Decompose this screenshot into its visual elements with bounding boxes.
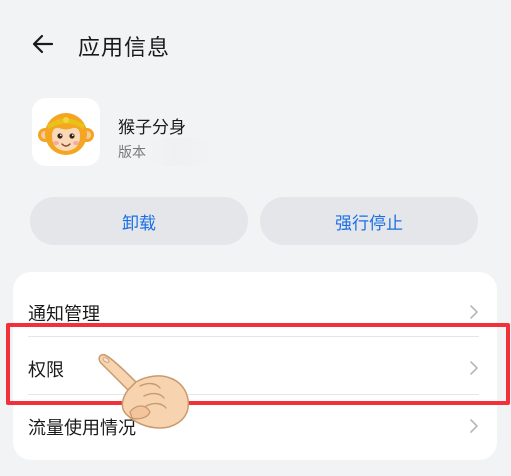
top-app-bar: 应用信息 <box>0 22 511 68</box>
uninstall-button[interactable]: 卸载 <box>30 197 248 245</box>
app-version: 版本 <box>118 145 146 161</box>
chevron-right-icon <box>470 305 478 319</box>
page-title: 应用信息 <box>78 36 171 61</box>
settings-item-label: 流量使用情况 <box>28 418 136 439</box>
settings-item-label: 通知管理 <box>28 304 100 325</box>
settings-item-permissions[interactable]: 权限 <box>13 340 497 396</box>
chevron-right-icon <box>470 361 478 375</box>
version-redaction <box>150 138 212 166</box>
settings-card: 通知管理 权限 流量使用情况 <box>13 272 497 460</box>
chevron-right-icon <box>470 419 478 433</box>
force-stop-button[interactable]: 强行停止 <box>260 197 478 245</box>
monkey-king-icon <box>38 113 94 155</box>
divider <box>28 394 479 395</box>
arrow-left-icon <box>32 34 54 54</box>
app-icon <box>32 98 100 166</box>
app-info-page: 应用信息 猴子分身 版本 卸载 强行停止 通知管理 权限 流量使用情况 <box>0 0 511 476</box>
app-name: 猴子分身 <box>118 118 186 138</box>
settings-item-label: 权限 <box>28 360 64 381</box>
divider <box>28 336 479 337</box>
settings-item-notifications[interactable]: 通知管理 <box>13 284 497 340</box>
back-button[interactable] <box>28 28 60 60</box>
settings-item-data-usage[interactable]: 流量使用情况 <box>13 398 497 454</box>
